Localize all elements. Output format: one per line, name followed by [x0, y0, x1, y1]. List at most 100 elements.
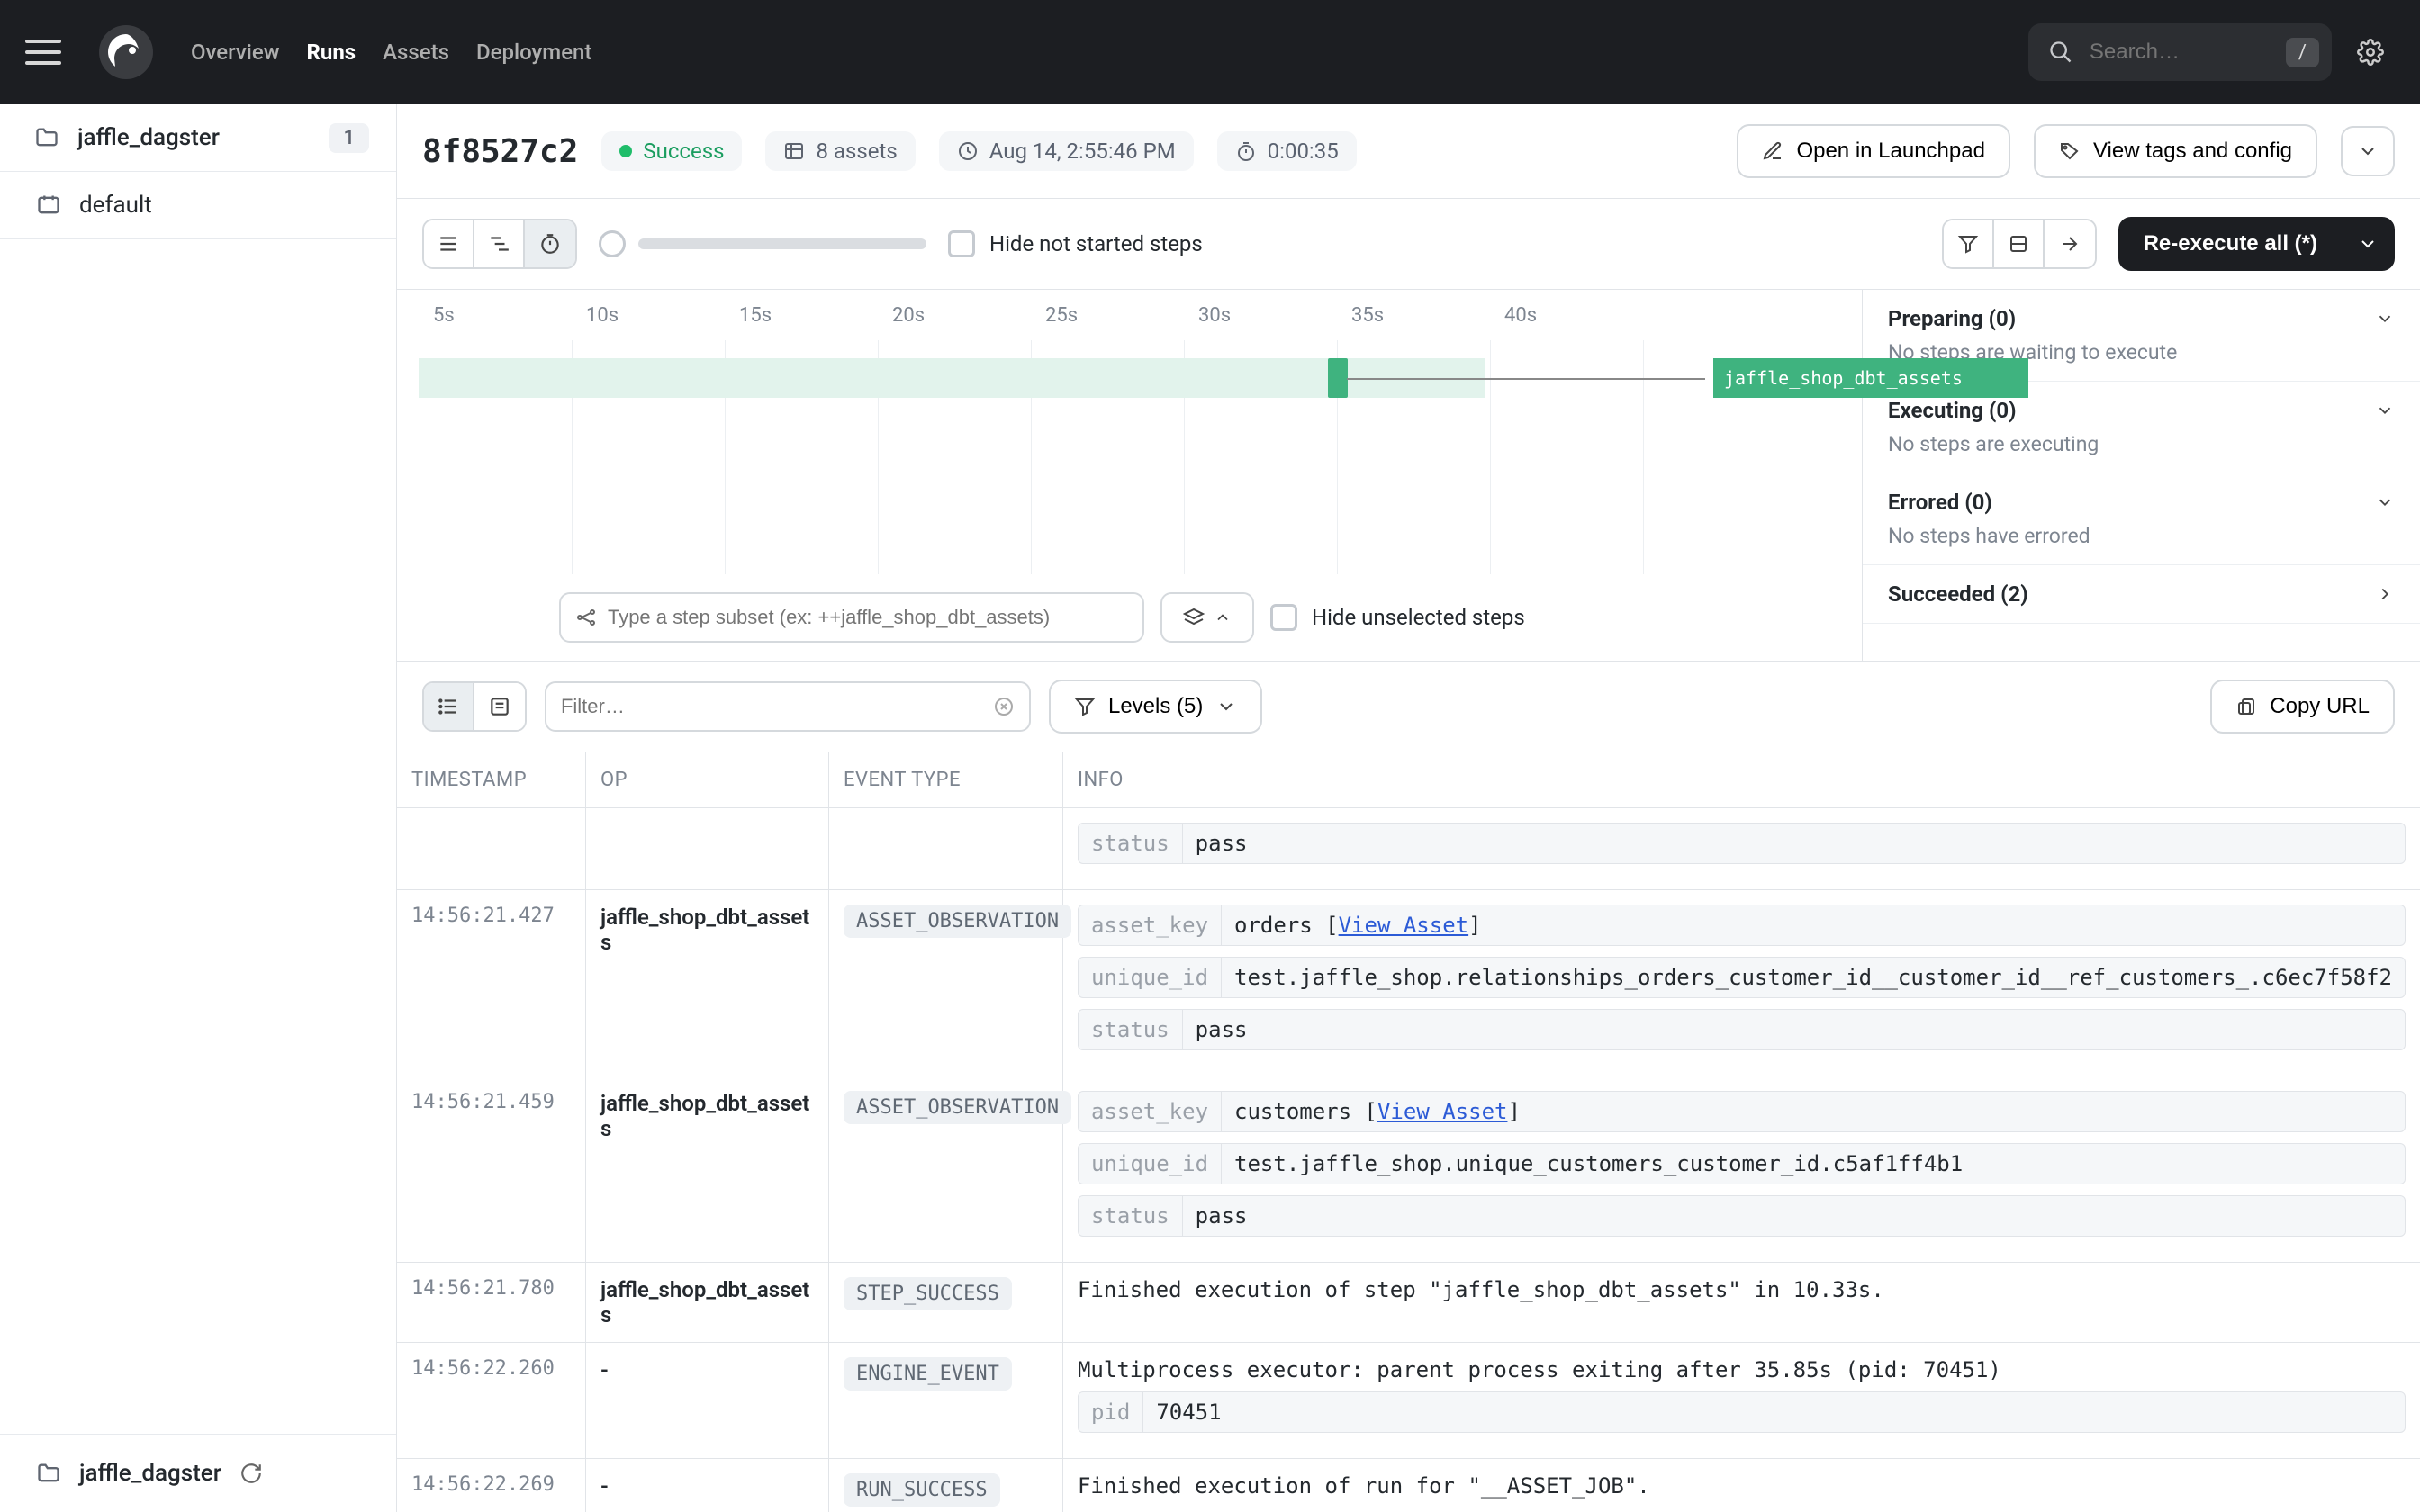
sidebar-job-default[interactable]: default — [0, 172, 396, 239]
layers-icon — [1183, 607, 1205, 628]
hide-not-started-checkbox[interactable]: Hide not started steps — [948, 230, 1203, 257]
col-op: OP — [586, 752, 829, 807]
duration-pill: 0:00:35 — [1217, 131, 1357, 171]
chevron-down-icon — [2375, 309, 2395, 328]
gantt-mode-waterfall[interactable] — [474, 220, 525, 267]
log-ts: 14:56:22.269 — [397, 1459, 586, 1512]
clipboard-icon — [2235, 696, 2257, 717]
log-op: - — [586, 1343, 829, 1458]
sidebar-project[interactable]: jaffle_dagster 1 — [0, 104, 396, 172]
success-dot-icon — [619, 145, 632, 158]
nav-overview[interactable]: Overview — [191, 40, 280, 65]
job-icon — [36, 193, 61, 218]
layers-button[interactable] — [1160, 592, 1254, 643]
copy-url-button[interactable]: Copy URL — [2210, 680, 2395, 734]
log-ts: 14:56:21.427 — [397, 890, 586, 1076]
status-errored-title: Errored (0) — [1888, 490, 1992, 515]
timestamp-pill: Aug 14, 2:55:46 PM — [939, 131, 1194, 171]
folder-icon — [36, 1461, 61, 1486]
reexecute-dropdown[interactable] — [2341, 217, 2395, 271]
menu-toggle[interactable] — [25, 31, 68, 74]
dagster-logo[interactable] — [97, 23, 155, 81]
log-info: Finished execution of run for "__ASSET_J… — [1063, 1459, 2420, 1512]
sidebar-job-label: default — [79, 192, 152, 219]
gantt-tick: 30s — [1198, 304, 1351, 327]
gantt-mode-flat[interactable] — [424, 220, 474, 267]
assets-pill[interactable]: 8 assets — [765, 131, 915, 171]
log-ts: 14:56:21.459 — [397, 1076, 586, 1262]
log-view-raw[interactable] — [474, 683, 525, 730]
gantt-canvas[interactable]: jaffle_shop_dbt_assets — [397, 340, 1862, 574]
gantt-view-mode — [422, 219, 577, 269]
log-view-mode — [422, 681, 527, 732]
kv-row: unique_idtest.jaffle_shop.unique_custome… — [1078, 1143, 2406, 1184]
sidebar-project-label: jaffle_dagster — [77, 124, 220, 151]
log-info: statuspass — [1063, 808, 2420, 889]
levels-label: Levels (5) — [1108, 694, 1203, 719]
status-errored[interactable]: Errored (0) No steps have errored — [1863, 473, 2420, 565]
log-view-structured[interactable] — [424, 683, 474, 730]
nav-assets[interactable]: Assets — [383, 40, 449, 65]
gantt-tick: 10s — [586, 304, 739, 327]
duration-label: 0:00:35 — [1268, 139, 1339, 164]
open-launchpad-button[interactable]: Open in Launchpad — [1737, 124, 2010, 178]
status-executing-title: Executing (0) — [1888, 398, 2017, 423]
gantt-mode-timed[interactable] — [525, 220, 575, 267]
log-info: Finished execution of step "jaffle_shop_… — [1063, 1263, 2420, 1342]
tag-icon — [2059, 140, 2081, 162]
checkbox-box — [1270, 604, 1297, 631]
gantt-panel-controls — [1942, 219, 2097, 269]
log-event-type: RUN_SUCCESS — [829, 1459, 1063, 1512]
reload-icon[interactable] — [239, 1462, 263, 1485]
log-filter-field[interactable] — [561, 695, 993, 718]
col-timestamp: TIMESTAMP — [397, 752, 586, 807]
nav-deployment[interactable]: Deployment — [476, 40, 591, 65]
search-input[interactable] — [2090, 40, 2270, 65]
hide-not-started-label: Hide not started steps — [989, 231, 1203, 256]
folder-icon — [34, 125, 59, 150]
levels-button[interactable]: Levels (5) — [1049, 680, 1262, 734]
clear-icon[interactable] — [993, 696, 1015, 717]
hide-unselected-checkbox[interactable]: Hide unselected steps — [1270, 604, 1525, 631]
status-succeeded[interactable]: Succeeded (2) — [1863, 565, 2420, 624]
gantt-start-marker — [1328, 358, 1348, 398]
chevron-down-icon — [2357, 233, 2379, 255]
search-icon — [2048, 40, 2073, 65]
more-actions-button[interactable] — [2341, 126, 2395, 176]
zoom-knob[interactable] — [599, 230, 626, 257]
assets-count: 8 assets — [816, 139, 897, 164]
funnel-icon — [1074, 696, 1096, 717]
filter-panel-button[interactable] — [1944, 220, 1994, 267]
step-subset-field[interactable] — [608, 606, 1128, 629]
log-info: asset_keyorders [View Asset]unique_idtes… — [1063, 890, 2420, 1076]
log-row: 14:56:21.427jaffle_shop_dbt_assetsASSET_… — [397, 890, 2420, 1076]
gantt-tick: 5s — [433, 304, 586, 327]
log-info: asset_keycustomers [View Asset]unique_id… — [1063, 1076, 2420, 1262]
sidebar-footer-label: jaffle_dagster — [79, 1460, 221, 1487]
zoom-track[interactable] — [638, 238, 926, 249]
kv-row: statuspass — [1078, 1009, 2406, 1050]
chevron-down-icon — [1215, 696, 1237, 717]
status-succeeded-title: Succeeded (2) — [1888, 581, 2028, 607]
collapse-panel-button[interactable] — [1994, 220, 2045, 267]
log-op: jaffle_shop_dbt_assets — [586, 890, 829, 1076]
kv-row: statuspass — [1078, 1195, 2406, 1237]
nav-runs[interactable]: Runs — [307, 40, 357, 65]
reexecute-button[interactable]: Re-execute all (*) — [2118, 217, 2343, 271]
view-asset-link[interactable]: View Asset — [1377, 1099, 1508, 1124]
log-event-type: STEP_SUCCESS — [829, 1263, 1063, 1342]
view-tags-button[interactable]: View tags and config — [2034, 124, 2317, 178]
col-event-type: EVENT TYPE — [829, 752, 1063, 807]
step-subset-input[interactable] — [559, 592, 1144, 643]
global-search[interactable]: / — [2028, 23, 2332, 81]
view-asset-link[interactable]: View Asset — [1339, 913, 1469, 938]
log-op: jaffle_shop_dbt_assets — [586, 1263, 829, 1342]
gantt-step-bar[interactable]: jaffle_shop_dbt_assets — [1713, 358, 2028, 398]
log-filter[interactable] — [545, 681, 1031, 732]
settings-button[interactable] — [2357, 39, 2384, 66]
checkbox-box — [948, 230, 975, 257]
expand-panel-button[interactable] — [2045, 220, 2095, 267]
gantt-axis: 5s10s15s20s25s30s35s40s — [397, 290, 1862, 340]
chevron-right-icon — [2375, 584, 2395, 604]
zoom-slider[interactable] — [599, 230, 926, 257]
